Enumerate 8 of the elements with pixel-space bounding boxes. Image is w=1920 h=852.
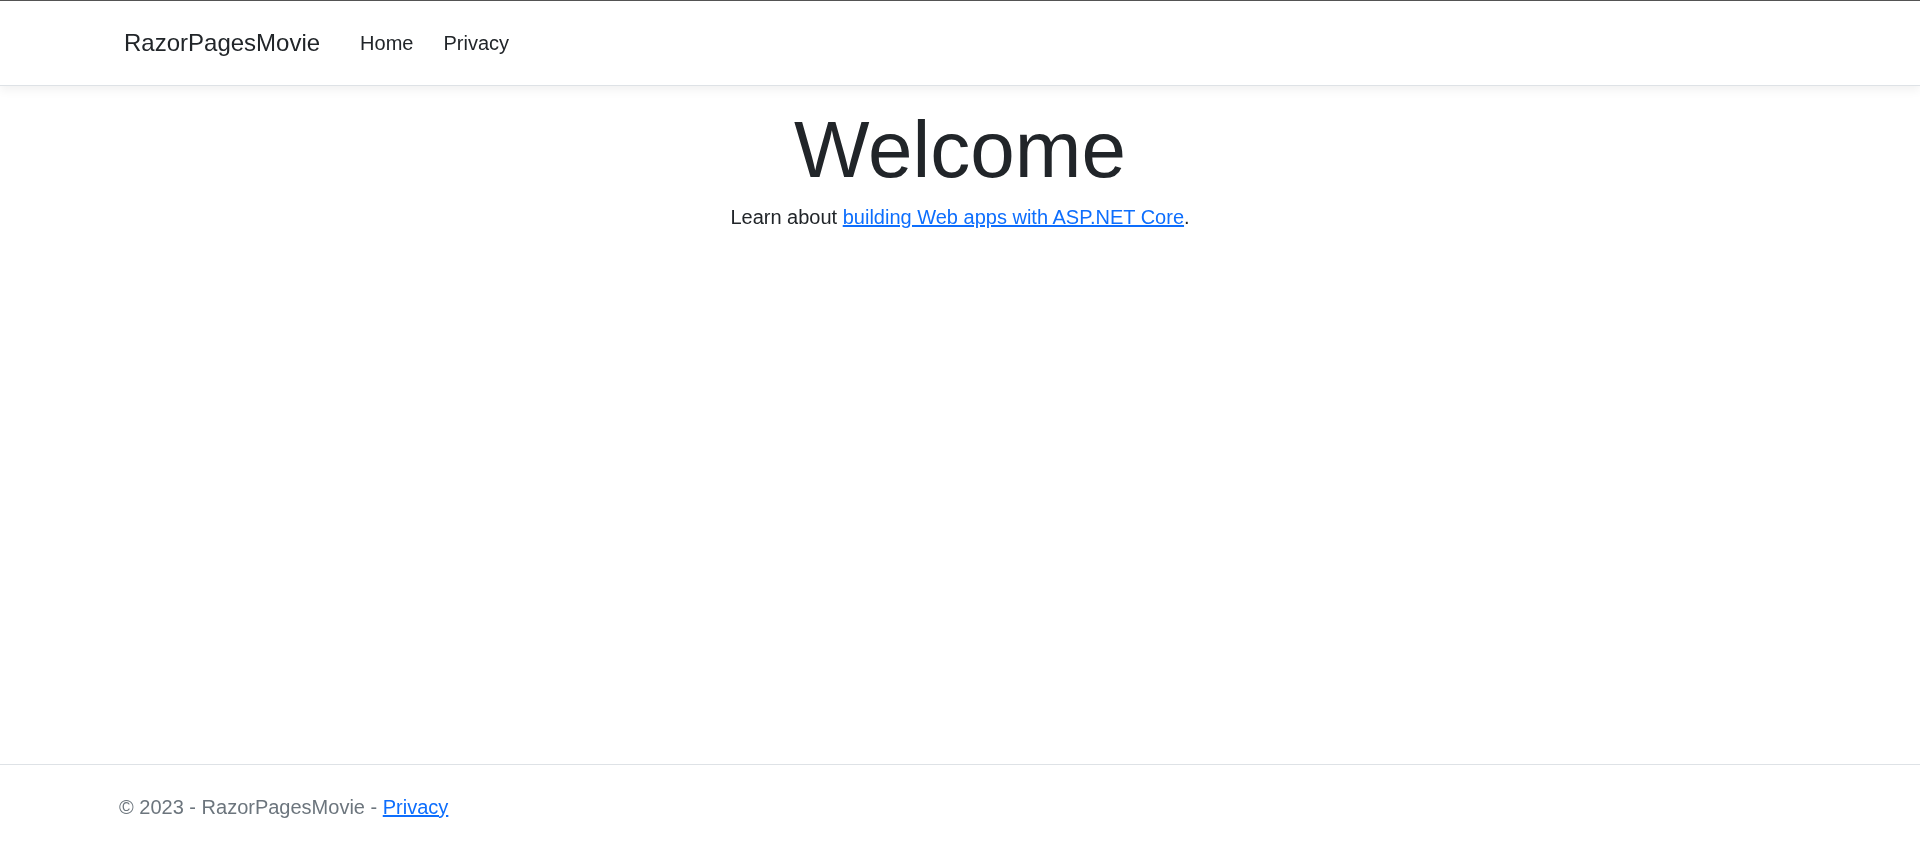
docs-link[interactable]: building Web apps with ASP.NET Core <box>842 206 1185 228</box>
privacy-link[interactable]: Privacy <box>382 795 449 818</box>
nav-link[interactable]: Privacy <box>437 20 516 66</box>
nav-link[interactable]: Home <box>354 20 420 66</box>
intro-text: Learn about building Web apps with ASP.NET Core. <box>730 205 1190 230</box>
welcome-heading: Welcome <box>794 104 1126 196</box>
brand-link[interactable]: RazorPagesMovie <box>124 25 321 61</box>
footer-text: © 2023 - RazorPagesMovie - Privacy <box>119 794 449 820</box>
